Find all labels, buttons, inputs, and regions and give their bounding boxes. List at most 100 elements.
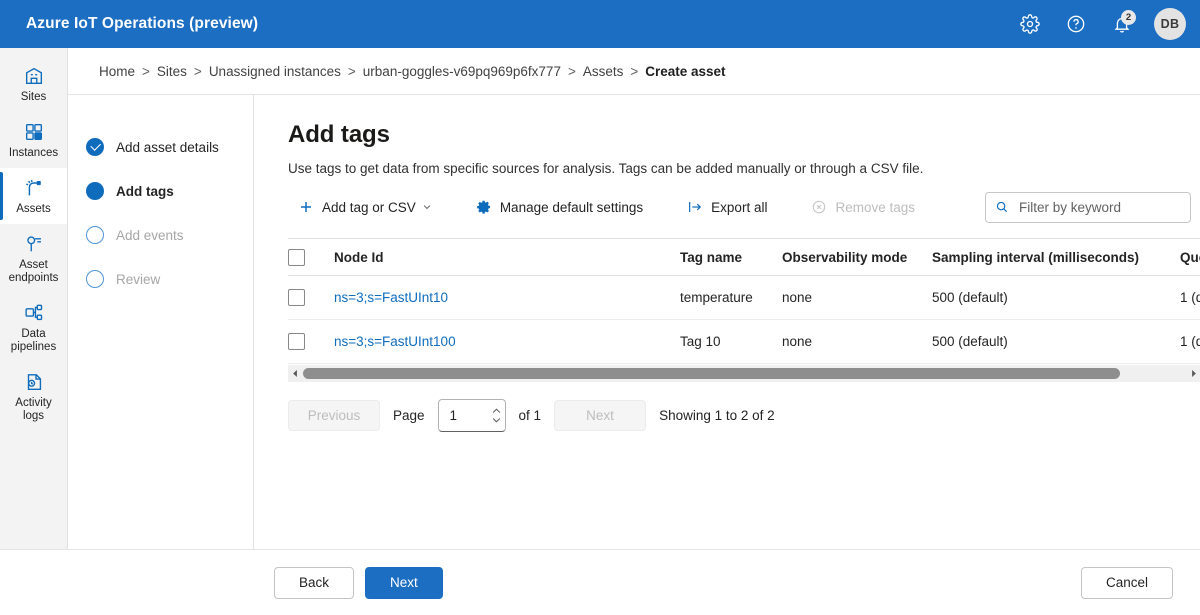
main-area: Home > Sites > Unassigned instances > ur… xyxy=(68,48,1200,549)
wizard-step-add-tags[interactable]: Add tags xyxy=(68,169,253,213)
scroll-left-button[interactable] xyxy=(288,365,303,382)
sidebar-item-label-line1: Activity xyxy=(15,397,52,409)
scrollbar-thumb[interactable] xyxy=(303,368,1120,379)
column-header-observability-mode[interactable]: Observability mode xyxy=(782,238,932,276)
page-number-input[interactable] xyxy=(447,407,492,424)
remove-tags-button: Remove tags xyxy=(801,191,925,223)
page-total-label: of 1 xyxy=(518,408,542,423)
export-icon xyxy=(689,202,702,212)
sidebar-item-activity-logs[interactable]: Activity logs xyxy=(0,362,67,431)
row-select-cell xyxy=(288,275,334,320)
wizard-step-label: Add asset details xyxy=(116,139,219,155)
row-select-cell xyxy=(288,319,334,364)
pagination: Previous Page of 1 Next Showing 1 to 2 o… xyxy=(288,399,1200,432)
filter-search-box[interactable] xyxy=(985,191,1191,223)
row-checkbox[interactable] xyxy=(288,333,305,350)
cell-observability-mode: none xyxy=(782,319,932,364)
page-title: Add tags xyxy=(288,121,390,148)
wizard-panel: Add asset details Add tags Add events Re… xyxy=(68,94,1200,549)
wizard-step-add-asset-details[interactable]: Add asset details xyxy=(68,125,253,169)
wizard-footer: Back Next Cancel xyxy=(0,549,1200,615)
avatar[interactable]: DB xyxy=(1154,8,1186,40)
cell-sampling-interval: 500 (default) xyxy=(932,319,1180,364)
stepper-up-icon[interactable] xyxy=(492,408,501,414)
assets-icon xyxy=(25,179,41,196)
sidebar-item-data-pipelines[interactable]: Data pipelines xyxy=(0,293,67,362)
plus-icon xyxy=(301,202,311,212)
table-header-row: Node Id Tag name Observability mode Samp… xyxy=(288,238,1200,276)
row-checkbox[interactable] xyxy=(288,289,305,306)
asset-endpoints-icon xyxy=(26,236,41,252)
page-content: Add tags Use tags to get data from speci… xyxy=(254,95,1200,549)
step-pending-icon xyxy=(86,226,104,244)
select-all-header xyxy=(288,238,334,276)
wizard-step-label: Add events xyxy=(116,227,184,243)
step-complete-icon xyxy=(86,138,104,156)
scrollbar-track[interactable] xyxy=(303,365,1186,382)
notifications-button[interactable]: 2 xyxy=(1102,4,1142,44)
sidebar-item-sites[interactable]: Sites xyxy=(0,56,67,112)
cell-queue-size: 1 (default) xyxy=(1180,275,1200,320)
page-description: Use tags to get data from specific sourc… xyxy=(288,161,924,176)
cell-tag-name: Tag 10 xyxy=(680,319,782,364)
chevron-down-icon xyxy=(423,205,431,210)
export-all-button[interactable]: Export all xyxy=(677,191,777,223)
tags-table-body: ns=3;s=FastUInt10 temperature none 500 (… xyxy=(288,275,1200,364)
column-header-tag-name[interactable]: Tag name xyxy=(680,238,782,276)
scroll-right-button[interactable] xyxy=(1186,365,1200,382)
wizard-step-label: Review xyxy=(116,271,161,287)
table-row[interactable]: ns=3;s=FastUInt100 Tag 10 none 500 (defa… xyxy=(288,319,1200,364)
back-button[interactable]: Back xyxy=(274,566,355,599)
node-id-link[interactable]: ns=3;s=FastUInt100 xyxy=(334,334,456,349)
gear-icon xyxy=(1020,14,1040,34)
sidebar-item-label-line2: endpoints xyxy=(8,272,59,284)
sidebar-item-assets[interactable]: Assets xyxy=(0,168,67,224)
gear-icon xyxy=(476,200,490,214)
sidebar-item-label: Instances xyxy=(8,147,59,159)
breadcrumb-separator: > xyxy=(347,63,356,79)
help-icon xyxy=(1067,15,1085,33)
page-number-stepper[interactable] xyxy=(437,399,506,432)
sites-icon xyxy=(25,67,42,85)
breadcrumb-item-unassigned-instances[interactable]: Unassigned instances xyxy=(209,64,341,79)
column-header-queue-size[interactable]: Queue size xyxy=(1180,238,1200,276)
body-row: Sites Instances Assets Asset endpoints D… xyxy=(0,48,1200,549)
next-button[interactable]: Next xyxy=(365,566,443,599)
add-tag-or-csv-label: Add tag or CSV xyxy=(322,199,416,215)
breadcrumb-item-instance[interactable]: urban-goggles-v69pq969p6fx777 xyxy=(363,64,561,79)
node-id-link[interactable]: ns=3;s=FastUInt10 xyxy=(334,290,448,305)
column-header-sampling-interval[interactable]: Sampling interval (milliseconds) xyxy=(932,238,1180,276)
wizard-step-add-events[interactable]: Add events xyxy=(68,213,253,257)
app-window: Azure IoT Operations (preview) 2 DB Site… xyxy=(0,0,1200,615)
cancel-button[interactable]: Cancel xyxy=(1080,566,1173,599)
page-label: Page xyxy=(393,408,425,423)
breadcrumb-item-home[interactable]: Home xyxy=(99,64,135,79)
remove-tags-label: Remove tags xyxy=(835,199,915,215)
manage-default-settings-button[interactable]: Manage default settings xyxy=(466,191,653,223)
settings-button[interactable] xyxy=(1010,4,1050,44)
sidebar-item-asset-endpoints[interactable]: Asset endpoints xyxy=(0,224,67,293)
caret-right-icon xyxy=(1192,370,1196,377)
header-actions: 2 DB xyxy=(1010,4,1186,44)
sidebar-item-label-line2: logs xyxy=(22,410,45,422)
column-header-node-id[interactable]: Node Id xyxy=(334,238,680,276)
help-button[interactable] xyxy=(1056,4,1096,44)
cell-node-id: ns=3;s=FastUInt10 xyxy=(334,275,680,320)
breadcrumb-item-sites[interactable]: Sites xyxy=(157,64,187,79)
select-all-checkbox[interactable] xyxy=(288,248,305,266)
sidebar-item-label-line1: Data xyxy=(21,328,46,340)
stepper-down-icon[interactable] xyxy=(492,417,501,423)
breadcrumb-item-assets[interactable]: Assets xyxy=(583,64,624,79)
wizard-step-review[interactable]: Review xyxy=(68,257,253,301)
sidebar-item-instances[interactable]: Instances xyxy=(0,112,67,168)
step-active-icon xyxy=(86,182,104,200)
table-horizontal-scrollbar[interactable] xyxy=(288,365,1200,382)
search-icon xyxy=(996,201,1008,213)
table-row[interactable]: ns=3;s=FastUInt10 temperature none 500 (… xyxy=(288,275,1200,320)
sidebar-item-label: Sites xyxy=(20,91,47,103)
app-title: Azure IoT Operations (preview) xyxy=(26,15,259,32)
search-input[interactable] xyxy=(1017,198,1181,216)
add-tag-or-csv-button[interactable]: Add tag or CSV xyxy=(288,191,442,223)
command-bar: Add tag or CSV Manage default settings E… xyxy=(288,190,1200,224)
breadcrumb-separator: > xyxy=(142,63,150,79)
